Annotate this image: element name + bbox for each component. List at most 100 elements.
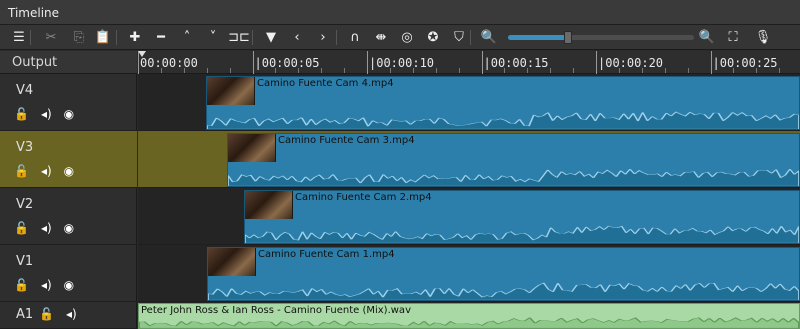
remove-icon[interactable]: ━ bbox=[150, 25, 172, 50]
snap-icon[interactable]: ∩ bbox=[344, 25, 366, 50]
ruler-tick-label: |00:00:10 bbox=[369, 56, 435, 70]
mute-icon[interactable]: ◂) bbox=[41, 278, 52, 292]
ruler-minor-tick bbox=[779, 68, 781, 73]
visibility-icon[interactable]: ◉ bbox=[64, 221, 74, 235]
zoom-slider-fill bbox=[508, 35, 568, 40]
lock-icon[interactable]: 🔓 bbox=[14, 221, 29, 235]
zoom-in-icon[interactable]: 🔍 bbox=[696, 25, 718, 50]
track-header-v4[interactable]: V4 🔓 ◂) ◉ bbox=[0, 74, 137, 131]
track-name: V2 bbox=[16, 197, 34, 212]
video-clip[interactable]: Camino Fuente Cam 3.mp4 bbox=[227, 133, 800, 187]
ruler-minor-tick bbox=[687, 68, 689, 73]
ruler-minor-tick bbox=[160, 68, 162, 73]
ruler-tick-label: |00:00:05 bbox=[254, 56, 320, 70]
video-clip[interactable]: Camino Fuente Cam 2.mp4 bbox=[244, 190, 800, 244]
toolbar-separator bbox=[336, 30, 337, 45]
playhead-marker[interactable] bbox=[138, 51, 146, 57]
mute-icon[interactable]: ◂) bbox=[66, 307, 77, 321]
visibility-icon[interactable]: ◉ bbox=[64, 164, 74, 178]
track-lane-v4[interactable]: Camino Fuente Cam 4.mp4 bbox=[138, 74, 800, 131]
clip-waveform bbox=[207, 111, 799, 129]
lock-icon[interactable]: 🔓 bbox=[14, 107, 29, 121]
track-header-v2[interactable]: V2 🔓 ◂) ◉ bbox=[0, 188, 137, 245]
append-icon[interactable]: ✚ bbox=[124, 25, 146, 50]
mute-icon[interactable]: ◂) bbox=[41, 221, 52, 235]
output-header[interactable]: Output bbox=[0, 51, 137, 74]
ruler-minor-tick bbox=[641, 68, 643, 73]
video-clip[interactable]: Camino Fuente Cam 4.mp4 bbox=[206, 76, 800, 130]
lock-icon[interactable]: 🔓 bbox=[39, 307, 54, 321]
ruler-minor-tick bbox=[389, 68, 391, 73]
timeline-toolbar: ☰ ✂ ⎘ 📋 ✚ ━ ˄ ˅ ⊐⊏ ▼ ‹ › ∩ ⇼ ◎ ✪ ⛉ 🔍 🔍 ⛶ 🎙 bbox=[0, 25, 800, 50]
ruler-tick-label: 00:00:00 bbox=[140, 56, 198, 70]
previous-marker-icon[interactable]: ‹ bbox=[286, 25, 308, 50]
next-marker-icon[interactable]: › bbox=[312, 25, 334, 50]
ruler-minor-tick bbox=[550, 68, 552, 73]
toolbar-separator bbox=[30, 30, 31, 45]
track-lane-v1[interactable]: Camino Fuente Cam 1.mp4 bbox=[138, 245, 800, 302]
zoom-slider-handle[interactable] bbox=[563, 31, 572, 44]
clip-name: Camino Fuente Cam 3.mp4 bbox=[278, 135, 415, 146]
time-ruler[interactable]: 00:00:00 |00:00:05 |00:00:10 |00:00:15 |00:0… bbox=[138, 51, 800, 74]
ruler-minor-tick bbox=[183, 68, 185, 73]
ruler-tick bbox=[481, 51, 483, 74]
track-lane-v3[interactable]: Camino Fuente Cam 3.mp4 bbox=[138, 131, 800, 188]
clip-name: Camino Fuente Cam 2.mp4 bbox=[295, 192, 432, 203]
panel-title: Timeline bbox=[8, 6, 60, 20]
ruler-tick bbox=[252, 51, 254, 74]
ruler-minor-tick bbox=[527, 68, 529, 73]
ruler-tick-label: |00:00:25 bbox=[712, 56, 778, 70]
lift-icon[interactable]: ˄ bbox=[176, 25, 198, 50]
marker-icon[interactable]: ▼ bbox=[260, 25, 282, 50]
zoom-out-icon[interactable]: 🔍 bbox=[478, 25, 500, 50]
paste-icon[interactable]: 📋 bbox=[92, 25, 114, 50]
ruler-minor-tick bbox=[504, 68, 506, 73]
video-clip[interactable]: Camino Fuente Cam 1.mp4 bbox=[207, 247, 800, 301]
copy-icon[interactable]: ⎘ bbox=[68, 25, 90, 50]
overwrite-icon[interactable]: ˅ bbox=[202, 25, 224, 50]
ruler-minor-tick bbox=[321, 68, 323, 73]
clip-waveform bbox=[208, 282, 799, 300]
zoom-slider[interactable] bbox=[508, 31, 694, 44]
cut-icon[interactable]: ✂ bbox=[40, 25, 62, 50]
ruler-minor-tick bbox=[756, 68, 758, 73]
scrub-icon[interactable]: ⇼ bbox=[370, 25, 392, 50]
ruler-minor-tick bbox=[618, 68, 620, 73]
audio-clip[interactable]: Peter John Ross & Ian Ross - Camino Fuen… bbox=[138, 303, 800, 329]
track-header-v3[interactable]: V3 🔓 ◂) ◉ bbox=[0, 131, 137, 188]
clip-name: Camino Fuente Cam 4.mp4 bbox=[257, 78, 394, 89]
clip-waveform bbox=[139, 317, 799, 328]
track-header-a1[interactable]: A1 🔓 ◂) bbox=[0, 302, 137, 329]
mute-icon[interactable]: ◂) bbox=[41, 164, 52, 178]
lock-icon[interactable]: 🔓 bbox=[14, 164, 29, 178]
ruler-tick bbox=[367, 51, 368, 74]
ruler-minor-tick bbox=[275, 68, 277, 73]
track-header-v1[interactable]: V1 🔓 ◂) ◉ bbox=[0, 245, 137, 302]
ruler-minor-tick bbox=[229, 68, 231, 73]
ruler-minor-tick bbox=[733, 68, 735, 73]
toolbar-separator bbox=[252, 30, 253, 45]
track-name: V4 bbox=[16, 83, 34, 98]
ruler-minor-tick bbox=[298, 68, 300, 73]
track-lane-v2[interactable]: Camino Fuente Cam 2.mp4 bbox=[138, 188, 800, 245]
ripple-all-icon[interactable]: ✪ bbox=[422, 25, 444, 50]
ripple-icon[interactable]: ◎ bbox=[396, 25, 418, 50]
track-lane-a1[interactable]: Peter John Ross & Ian Ross - Camino Fuen… bbox=[138, 302, 800, 329]
lock-icon[interactable]: 🔓 bbox=[14, 278, 29, 292]
ripple-markers-icon[interactable]: ⛉ bbox=[448, 25, 470, 50]
output-label: Output bbox=[12, 55, 58, 70]
menu-icon[interactable]: ☰ bbox=[8, 25, 30, 50]
ruler-tick bbox=[596, 51, 597, 74]
visibility-icon[interactable]: ◉ bbox=[64, 107, 74, 121]
visibility-icon[interactable]: ◉ bbox=[64, 278, 74, 292]
zoom-fit-icon[interactable]: ⛶ bbox=[722, 25, 744, 50]
split-icon[interactable]: ⊐⊏ bbox=[228, 25, 250, 50]
toolbar-separator bbox=[470, 30, 471, 45]
ruler-minor-tick bbox=[573, 68, 575, 73]
clip-thumbnail bbox=[245, 191, 293, 219]
record-audio-icon[interactable]: 🎙 bbox=[752, 25, 774, 50]
clip-waveform bbox=[228, 169, 799, 186]
mute-icon[interactable]: ◂) bbox=[41, 107, 52, 121]
track-name: A1 bbox=[16, 307, 34, 322]
ruler-tick-label: |00:00:15 bbox=[483, 56, 549, 70]
